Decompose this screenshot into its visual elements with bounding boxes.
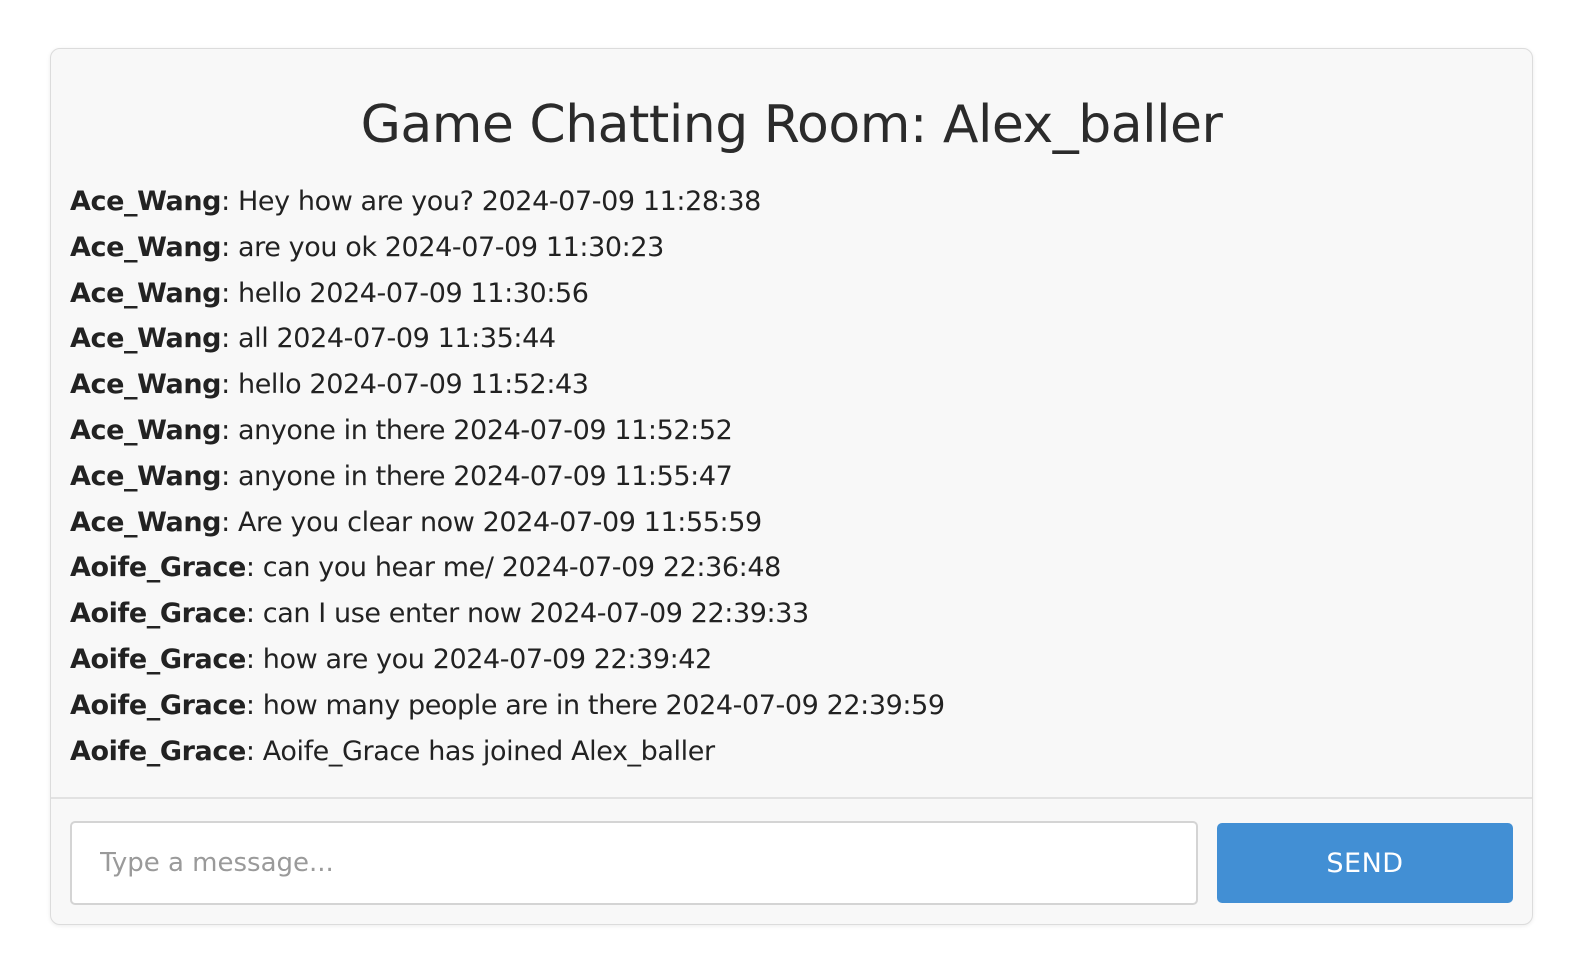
message-text: : anyone in there 2024-07-09 11:52:52 <box>221 414 733 446</box>
send-button[interactable]: SEND <box>1217 823 1513 903</box>
message-text: : how are you 2024-07-09 22:39:42 <box>245 643 712 675</box>
message-author: Aoife_Grace <box>70 552 246 584</box>
message-author: Ace_Wang <box>70 369 222 401</box>
message-text: : Aoife_Grace has joined Alex_baller <box>245 735 715 767</box>
message-item: Ace_Wang: Hey how are you? 2024-07-09 11… <box>70 179 1512 225</box>
message-item: Ace_Wang: are you ok 2024-07-09 11:30:23 <box>70 225 1512 271</box>
message-text: : are you ok 2024-07-09 11:30:23 <box>221 231 664 263</box>
room-title: Game Chatting Room: Alex_baller <box>360 95 1223 155</box>
message-author: Ace_Wang <box>70 414 222 446</box>
message-item: Aoife_Grace: can I use enter now 2024-07… <box>70 591 1512 637</box>
message-author: Aoife_Grace <box>70 598 246 630</box>
message-text: : can you hear me/ 2024-07-09 22:36:48 <box>245 552 781 584</box>
message-text: : Hey how are you? 2024-07-09 11:28:38 <box>221 186 761 217</box>
message-item: Ace_Wang: anyone in there 2024-07-09 11:… <box>70 454 1512 500</box>
message-author: Aoife_Grace <box>70 689 246 721</box>
message-text: : all 2024-07-09 11:35:44 <box>221 323 556 355</box>
message-text: : can I use enter now 2024-07-09 22:39:3… <box>245 598 809 630</box>
message-author: Aoife_Grace <box>70 735 246 767</box>
message-item: Ace_Wang: anyone in there 2024-07-09 11:… <box>70 408 1512 454</box>
chat-room-panel: Game Chatting Room: Alex_baller Ace_Wang… <box>50 48 1533 925</box>
message-composer: SEND <box>51 797 1532 924</box>
message-item: Aoife_Grace: how are you 2024-07-09 22:3… <box>70 637 1512 683</box>
message-author: Ace_Wang <box>70 231 222 263</box>
message-text: : anyone in there 2024-07-09 11:55:47 <box>221 460 733 492</box>
message-item: Ace_Wang: hello 2024-07-09 11:52:43 <box>70 362 1512 408</box>
message-author: Ace_Wang <box>70 506 222 538</box>
message-author: Ace_Wang <box>70 277 222 309</box>
message-item: Ace_Wang: hello 2024-07-09 11:30:56 <box>70 271 1512 317</box>
message-text: : how many people are in there 2024-07-0… <box>245 689 945 721</box>
message-input[interactable] <box>70 821 1198 905</box>
message-item: Aoife_Grace: Aoife_Grace has joined Alex… <box>70 729 1512 775</box>
message-item: Aoife_Grace: how many people are in ther… <box>70 683 1512 729</box>
message-list: Ace_Wang: Hey how are you? 2024-07-09 11… <box>70 179 1512 774</box>
message-author: Ace_Wang <box>70 323 222 355</box>
message-text: : Are you clear now 2024-07-09 11:55:59 <box>221 506 762 538</box>
message-text: : hello 2024-07-09 11:30:56 <box>221 277 589 309</box>
message-author: Aoife_Grace <box>70 643 246 675</box>
message-author: Ace_Wang <box>70 460 222 492</box>
message-item: Ace_Wang: all 2024-07-09 11:35:44 <box>70 316 1512 362</box>
message-author: Ace_Wang <box>70 186 222 217</box>
message-text: : hello 2024-07-09 11:52:43 <box>221 369 589 401</box>
message-item: Ace_Wang: Are you clear now 2024-07-09 1… <box>70 500 1512 546</box>
message-item: Aoife_Grace: can you hear me/ 2024-07-09… <box>70 545 1512 591</box>
